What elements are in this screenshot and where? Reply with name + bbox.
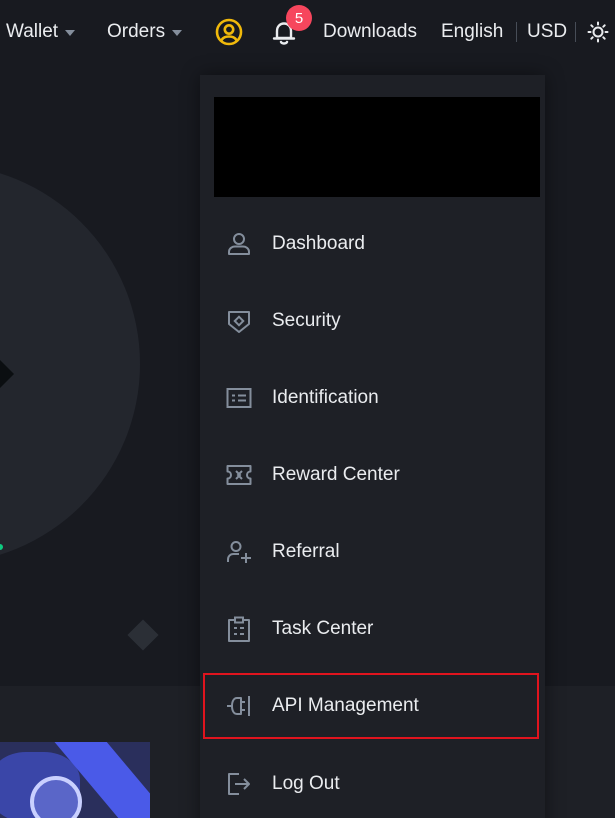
- logout-icon: [224, 769, 254, 799]
- nav-orders[interactable]: Orders: [107, 0, 183, 64]
- chevron-down-icon: [172, 30, 183, 36]
- menu-item-dashboard[interactable]: Dashboard: [200, 215, 545, 273]
- nav-wallet[interactable]: Wallet: [6, 0, 76, 64]
- add-user-icon: [224, 537, 254, 567]
- menu-item-reward-center[interactable]: Reward Center: [200, 446, 545, 504]
- menu-item-label: Reward Center: [272, 464, 400, 485]
- nav-downloads-label: Downloads: [323, 21, 417, 42]
- menu-item-identification[interactable]: Identification: [200, 369, 545, 427]
- top-navigation: Wallet Orders 5 Downloads English USD: [0, 0, 615, 64]
- nav-currency-label: USD: [527, 21, 568, 42]
- nav-wallet-label: Wallet: [6, 21, 59, 42]
- nav-currency[interactable]: USD: [527, 0, 567, 64]
- user-circle-icon: [215, 18, 243, 46]
- nav-divider: [516, 22, 517, 42]
- menu-item-task-center[interactable]: Task Center: [200, 600, 545, 658]
- account-dropdown-menu: Dashboard Security Identification Reward…: [200, 75, 545, 818]
- decorative-diamond: [127, 619, 159, 651]
- menu-item-label: Log Out: [272, 773, 340, 794]
- nav-notifications[interactable]: 5: [266, 0, 312, 64]
- nav-language[interactable]: English: [441, 0, 503, 64]
- nav-profile[interactable]: [212, 0, 246, 64]
- nav-theme-toggle[interactable]: [586, 0, 610, 64]
- id-card-icon: [224, 383, 254, 413]
- nav-divider: [575, 22, 576, 42]
- highlight-outline: [203, 673, 539, 739]
- menu-item-label: Task Center: [272, 618, 374, 639]
- menu-item-label: Identification: [272, 387, 379, 408]
- user-icon: [224, 229, 254, 259]
- menu-item-label: Referral: [272, 541, 340, 562]
- nav-language-label: English: [441, 21, 504, 42]
- profile-header-redacted: [214, 97, 540, 197]
- notification-badge: 5: [286, 5, 312, 31]
- nav-downloads[interactable]: Downloads: [323, 0, 417, 64]
- menu-item-label: Security: [272, 310, 341, 331]
- chevron-down-icon: [65, 30, 76, 36]
- ticket-icon: [224, 460, 254, 490]
- clipboard-icon: [224, 614, 254, 644]
- carousel-prev-icon[interactable]: [0, 360, 14, 388]
- app-root: Wallet Orders 5 Downloads English USD Da…: [0, 0, 615, 818]
- menu-item-referral[interactable]: Referral: [200, 523, 545, 581]
- sun-icon: [587, 21, 609, 43]
- promo-banner[interactable]: [0, 742, 150, 818]
- menu-item-label: Dashboard: [272, 233, 365, 254]
- menu-item-log-out[interactable]: Log Out: [200, 755, 545, 813]
- menu-item-security[interactable]: Security: [200, 292, 545, 350]
- nav-orders-label: Orders: [107, 21, 166, 42]
- hero-graphic: [0, 164, 140, 564]
- shield-icon: [224, 306, 254, 336]
